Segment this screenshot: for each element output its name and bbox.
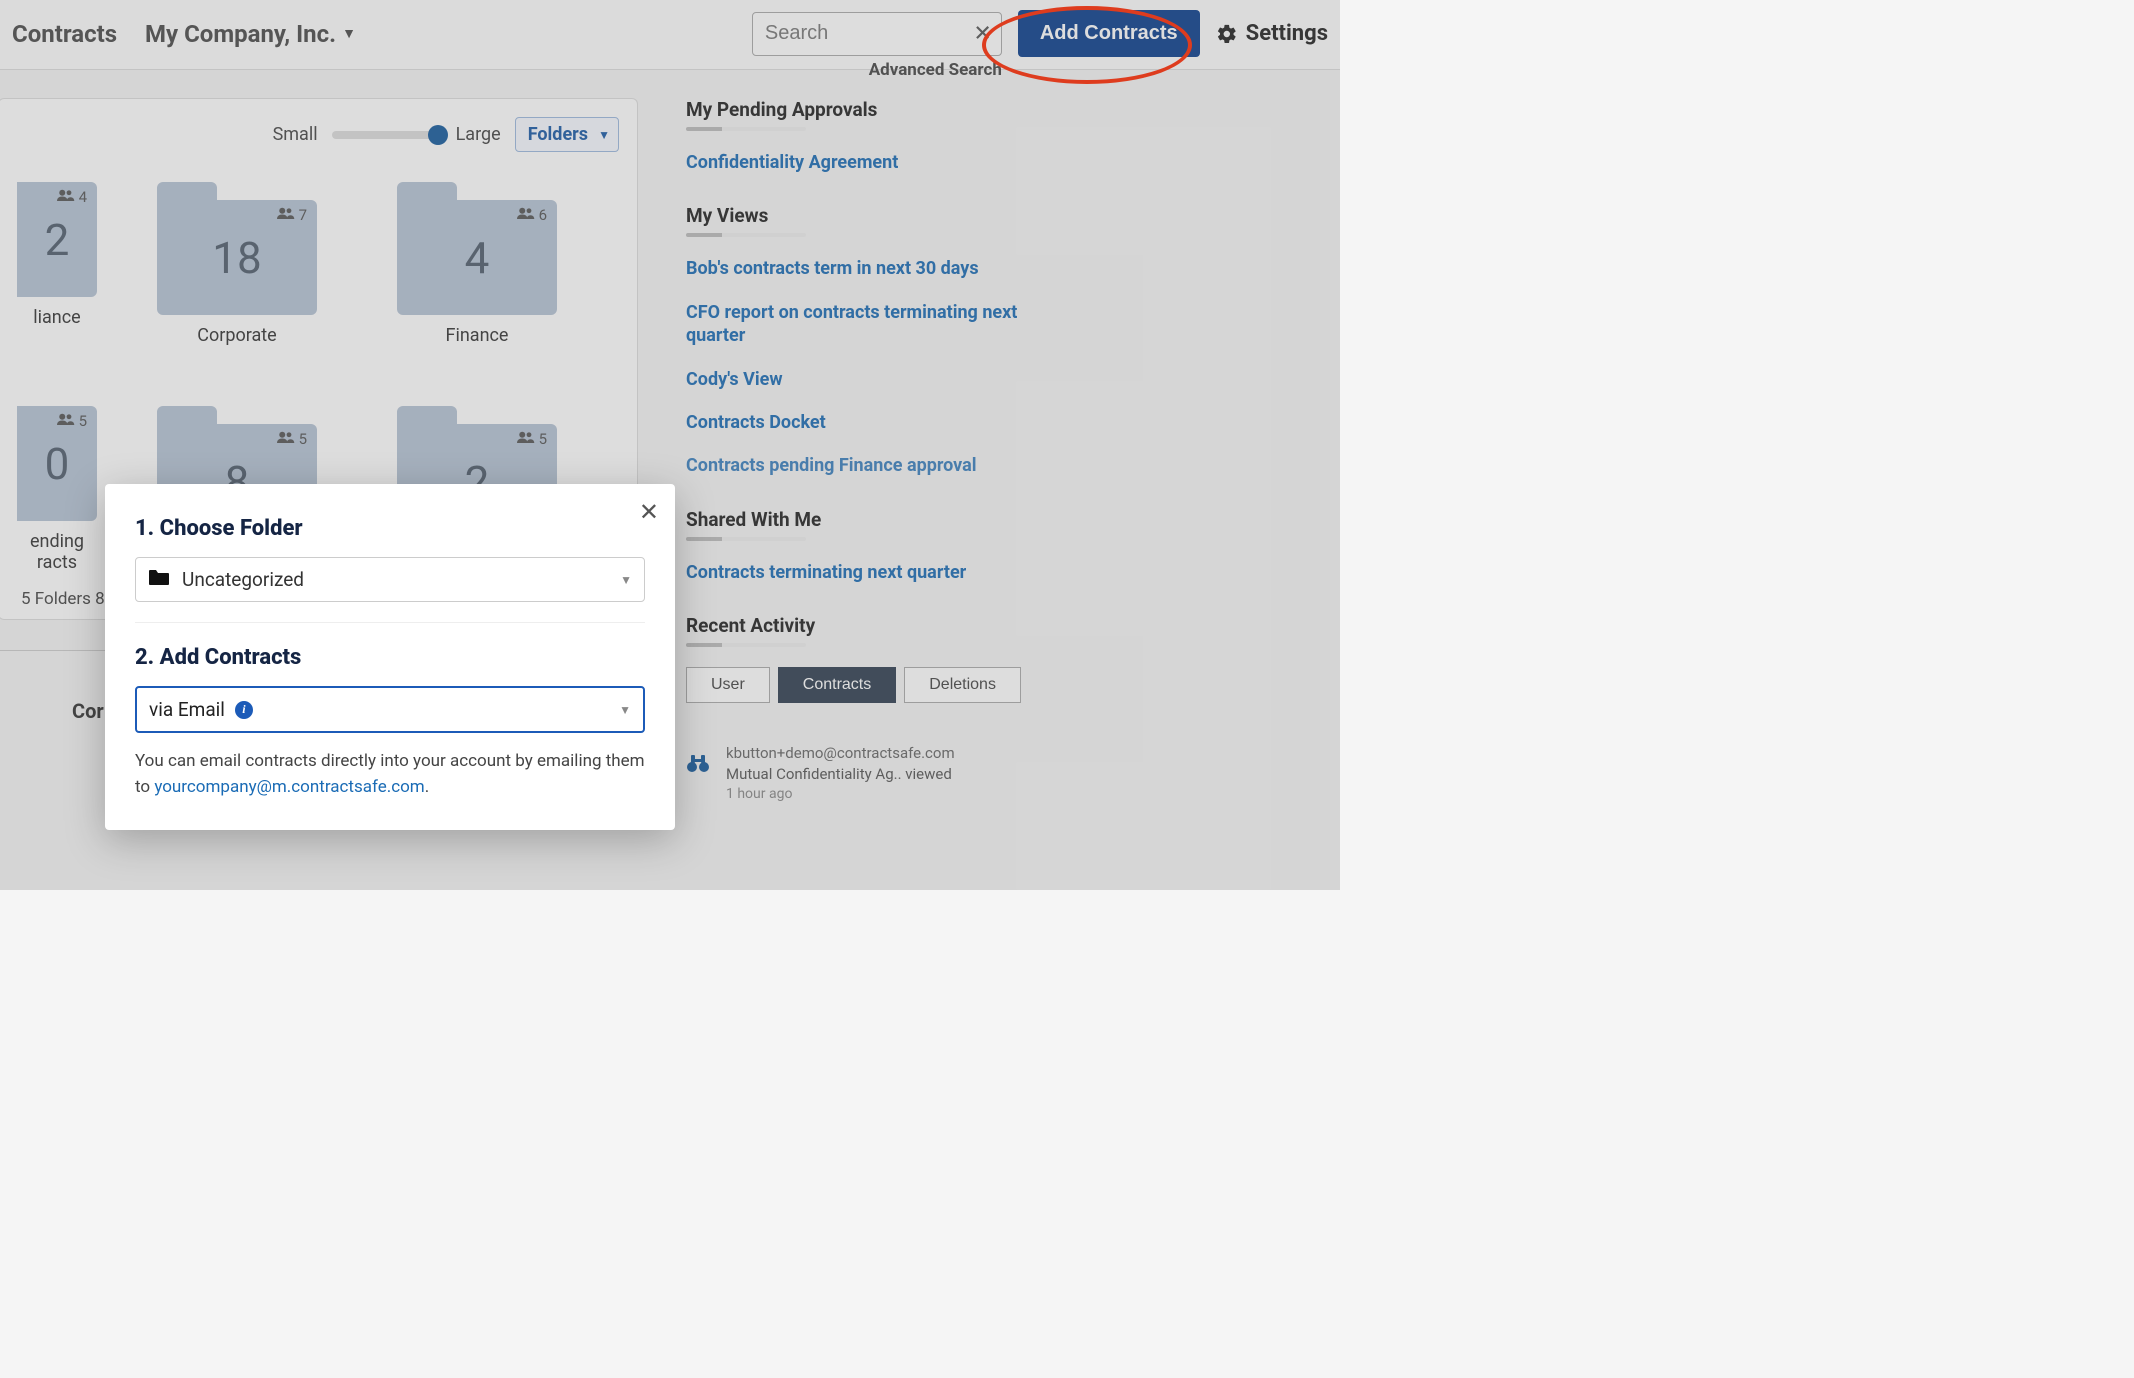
folder-item[interactable]: 7 18 Corporate (137, 182, 337, 346)
folder-item[interactable]: 4 2 liance (17, 182, 97, 346)
search-container: ✕ Advanced Search (752, 12, 1002, 56)
folder-users-badge: 5 (57, 412, 87, 430)
folder-icon (148, 568, 170, 591)
modal-step2-title: 2. Add Contracts (135, 645, 645, 670)
choose-folder-dropdown[interactable]: Uncategorized ▼ (135, 557, 645, 602)
people-icon (277, 206, 295, 224)
section-underline (686, 127, 806, 131)
advanced-search-link[interactable]: Advanced Search (869, 60, 1002, 80)
section-title: My Views (686, 204, 1328, 227)
activity-tabs: User Contracts Deletions (686, 667, 1328, 703)
people-icon (57, 188, 75, 206)
view-item[interactable]: Bob's contracts term in next 30 days (686, 257, 1046, 280)
gear-icon (1216, 23, 1238, 45)
folder-users-badge: 5 (517, 430, 547, 448)
size-small-label: Small (273, 124, 318, 145)
tab-contracts[interactable]: Contracts (778, 667, 896, 703)
shared-with-me-section: Shared With Me Contracts terminating nex… (686, 508, 1328, 584)
section-title: Shared With Me (686, 508, 1328, 531)
caret-down-icon: ▼ (619, 703, 631, 717)
caret-down-icon: ▼ (342, 25, 356, 42)
close-icon[interactable]: ✕ (639, 498, 659, 527)
activity-text: kbutton+demo@contractsafe.com Mutual Con… (726, 743, 955, 805)
folder-users-badge: 4 (57, 188, 87, 206)
settings-link[interactable]: Settings (1216, 21, 1328, 46)
recent-activity-section: Recent Activity User Contracts Deletions… (686, 614, 1328, 805)
folder-count: 4 (465, 232, 490, 284)
search-input[interactable] (752, 12, 1002, 56)
view-item[interactable]: Cody's View (686, 368, 1046, 391)
section-underline (686, 233, 806, 237)
shared-item[interactable]: Contracts terminating next quarter (686, 561, 1046, 584)
info-icon[interactable]: i (235, 701, 253, 719)
folder-item[interactable]: 6 4 Finance (377, 182, 577, 346)
folder-count: 0 (45, 438, 70, 490)
sidebar-right: My Pending Approvals Confidentiality Agr… (640, 98, 1340, 835)
company-dropdown[interactable]: My Company, Inc. ▼ (145, 20, 356, 48)
company-name: My Company, Inc. (145, 20, 336, 48)
activity-time: 1 hour ago (726, 785, 955, 805)
folder-name: ending racts (17, 531, 97, 573)
activity-item[interactable]: kbutton+demo@contractsafe.com Mutual Con… (686, 743, 1328, 805)
people-icon (517, 206, 535, 224)
modal-help-text: You can email contracts directly into yo… (135, 749, 645, 800)
view-mode-value: Folders (528, 124, 588, 145)
section-title: My Pending Approvals (686, 98, 1328, 121)
clear-search-icon[interactable]: ✕ (973, 21, 991, 46)
method-value: via Email (149, 698, 225, 721)
tab-user[interactable]: User (686, 667, 770, 703)
size-slider[interactable] (332, 131, 442, 139)
folder-name: Finance (446, 325, 509, 346)
folder-count: 2 (45, 214, 70, 266)
slider-thumb[interactable] (428, 125, 448, 145)
view-mode-dropdown[interactable]: Folders ▼ (515, 117, 619, 152)
view-item[interactable]: Contracts pending Finance approval (686, 454, 1046, 477)
people-icon (57, 412, 75, 430)
tab-deletions[interactable]: Deletions (904, 667, 1021, 703)
activity-email: kbutton+demo@contractsafe.com (726, 743, 955, 764)
folder-users-badge: 6 (517, 206, 547, 224)
add-contracts-button[interactable]: Add Contracts (1018, 10, 1200, 57)
folder-count: 18 (212, 232, 261, 284)
pending-approvals-section: My Pending Approvals Confidentiality Agr… (686, 98, 1328, 174)
size-large-label: Large (456, 124, 501, 145)
people-icon (277, 430, 295, 448)
folder-name: Corporate (197, 325, 276, 346)
view-item[interactable]: CFO report on contracts terminating next… (686, 301, 1046, 348)
pending-item[interactable]: Confidentiality Agreement (686, 151, 1046, 174)
section-title: Recent Activity (686, 614, 1328, 637)
caret-down-icon: ▼ (598, 128, 610, 142)
section-underline (686, 537, 806, 541)
settings-label: Settings (1246, 21, 1328, 46)
page-title: Contracts (12, 20, 117, 48)
people-icon (517, 430, 535, 448)
my-views-section: My Views Bob's contracts term in next 30… (686, 204, 1328, 477)
app-header: Contracts My Company, Inc. ▼ ✕ Advanced … (0, 0, 1340, 70)
caret-down-icon: ▼ (620, 573, 632, 587)
folder-select-value: Uncategorized (182, 568, 304, 591)
folder-users-badge: 7 (277, 206, 307, 224)
section-underline (686, 643, 806, 647)
view-item[interactable]: Contracts Docket (686, 411, 1046, 434)
modal-step1-title: 1. Choose Folder (135, 516, 645, 541)
add-method-dropdown[interactable]: via Email i ▼ (135, 686, 645, 733)
panel-controls: Small Large Folders ▼ (17, 117, 619, 152)
folder-name: liance (33, 307, 80, 328)
add-contracts-modal: ✕ 1. Choose Folder Uncategorized ▼ 2. Ad… (105, 484, 675, 830)
divider (135, 622, 645, 623)
binoculars-icon (686, 753, 710, 779)
folder-users-badge: 5 (277, 430, 307, 448)
inbound-email-link[interactable]: yourcompany@m.contractsafe.com (154, 777, 424, 797)
folder-item[interactable]: 5 0 ending racts (17, 406, 97, 573)
activity-desc: Mutual Confidentiality Ag.. viewed (726, 764, 955, 785)
